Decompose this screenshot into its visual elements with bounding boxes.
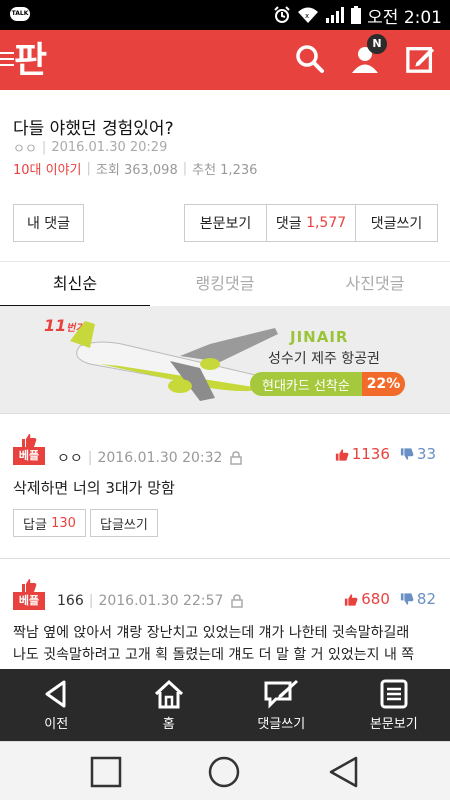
comment-text-line: 짝남 옆에 앉아서 걔랑 장난치고 있었는데 걔가 나한테 귓속말하길래 [13, 625, 410, 641]
compose-icon[interactable] [406, 44, 436, 74]
downvote-button[interactable]: 82 [400, 590, 436, 608]
reply-count-button[interactable]: 답글 130 [13, 509, 86, 537]
thumbs-up-icon [335, 448, 349, 461]
my-comments-button[interactable]: 내 댓글 [13, 204, 84, 242]
post-author: ㅇㅇ [13, 142, 37, 157]
thumbs-down-icon [400, 592, 414, 605]
lock-icon[interactable] [230, 451, 243, 465]
toolbar-write-comment-label: 댓글쓰기 [257, 717, 306, 732]
downvote-button[interactable]: 33 [400, 445, 436, 463]
write-comment-button[interactable]: 댓글쓰기 [355, 204, 438, 242]
tab-latest[interactable]: 최신순 [0, 262, 150, 307]
comment-votes: 1136 33 [335, 445, 436, 463]
best-comment-badge: 베플 [13, 433, 45, 465]
comments-count: 1,577 [306, 215, 347, 231]
thumbs-up-icon [22, 579, 37, 592]
upvote-button[interactable]: 680 [344, 590, 390, 608]
comment-text-line: 나도 귓속말하려고 고개 획 돌렸는데 걔도 더 말 할 거 있었는지 내 쪽 [13, 647, 415, 663]
comment-item: 베플 166 | 2016.01.30 22:57 680 82 짝남 옆에 앉… [0, 560, 450, 670]
svg-text:x: x [305, 12, 309, 20]
tab-ranking[interactable]: 랭킹댓글 [150, 262, 300, 307]
comments-label: 댓글 [275, 216, 302, 232]
search-icon[interactable] [295, 44, 325, 74]
ad-banner[interactable]: 11번가 JINAIR 성수기 제주 항공권 현대카드 선착순 22% [0, 306, 450, 414]
comments-count-button[interactable]: 댓글 1,577 [266, 204, 356, 242]
comment-meta: 166 | 2016.01.30 22:57 [57, 593, 244, 609]
tab-photo[interactable]: 사진댓글 [300, 262, 450, 307]
thumbs-up-icon [345, 593, 358, 606]
comment-date: 2016.01.30 22:57 [98, 593, 224, 609]
toolbar-back-button[interactable]: 이전 [0, 669, 113, 741]
write-reply-button[interactable]: 답글쓰기 [90, 509, 158, 537]
wifi-icon: x [298, 7, 319, 23]
menu-icon[interactable] [0, 52, 14, 70]
toolbar-view-post-button[interactable]: 본문보기 [338, 669, 450, 741]
post-category[interactable]: 10대 이야기 [13, 159, 82, 178]
toolbar-back-label: 이전 [44, 717, 69, 732]
toolbar-home-button[interactable]: 홈 [113, 669, 226, 741]
toolbar-view-post-label: 본문보기 [369, 717, 418, 732]
toolbar-home-label: 홈 [162, 717, 175, 732]
comment-author[interactable]: 166 [57, 593, 84, 609]
post-date: 2016.01.30 20:29 [51, 140, 168, 155]
thumbs-down-icon [400, 447, 414, 460]
signal-icon [326, 7, 345, 23]
status-icons: x 오전 2:01 [273, 0, 442, 30]
android-navigation-bar [0, 741, 450, 800]
comment-votes: 680 82 [344, 590, 436, 608]
ad-headline: 성수기 제주 항공권 [268, 351, 380, 367]
notification-badge: N [367, 34, 387, 54]
post-title: 다들 야했던 경험있어? [13, 119, 174, 139]
back-arrow-icon [45, 680, 66, 708]
status-bar: TALK x 오전 2:01 [0, 0, 450, 30]
comment-write-icon [264, 680, 299, 709]
alarm-icon [274, 6, 290, 23]
thumbs-up-icon [22, 434, 37, 447]
comment-tabs: 최신순 랭킹댓글 사진댓글 [0, 261, 450, 307]
ad-promo-pill: 현대카드 선착순 22% [250, 372, 405, 396]
bottom-toolbar: 이전 홈 댓글쓰기 본문보기 [0, 669, 450, 741]
post-meta-author: ㅇㅇ | 2016.01.30 20:29 [13, 140, 168, 157]
comment-author[interactable]: ㅇㅇ [57, 448, 83, 468]
lock-icon[interactable] [231, 594, 244, 608]
comment-text: 삭제하면 너의 3대가 망함 [13, 479, 175, 497]
app-header: 판 N [0, 30, 450, 90]
view-post-button[interactable]: 본문보기 [184, 204, 267, 242]
home-icon [154, 679, 183, 709]
comment-date: 2016.01.30 20:32 [97, 450, 223, 466]
comment-text: 짝남 옆에 앉아서 걔랑 장난치고 있었는데 걔가 나한테 귓속말하길래 나도 … [13, 622, 443, 666]
upvote-button[interactable]: 1136 [335, 445, 390, 463]
toolbar-write-comment-button[interactable]: 댓글쓰기 [225, 669, 338, 741]
clock: 오전 2:01 [367, 7, 442, 28]
svg-text:판: 판 [14, 40, 47, 81]
document-icon [380, 679, 408, 709]
pann-logo[interactable]: 판 [14, 36, 56, 82]
home-circle-icon[interactable] [207, 755, 241, 789]
post-meta-stats: 10대 이야기 | 조회 363,098 | 추천 1,236 [13, 159, 258, 178]
post-views: 조회 363,098 [95, 163, 178, 178]
best-comment-badge: 베플 [13, 578, 45, 610]
jinair-logo: JINAIR [290, 328, 349, 346]
recents-icon[interactable] [89, 755, 123, 789]
kakaotalk-icon: TALK [10, 7, 30, 21]
comment-item: 베플 ㅇㅇ | 2016.01.30 20:32 1136 33 삭제하면 너의… [0, 414, 450, 559]
battery-icon [351, 6, 362, 24]
back-triangle-icon[interactable] [327, 755, 361, 789]
comment-meta: ㅇㅇ | 2016.01.30 20:32 [57, 448, 243, 468]
post-recommends: 추천 1,236 [192, 163, 258, 178]
